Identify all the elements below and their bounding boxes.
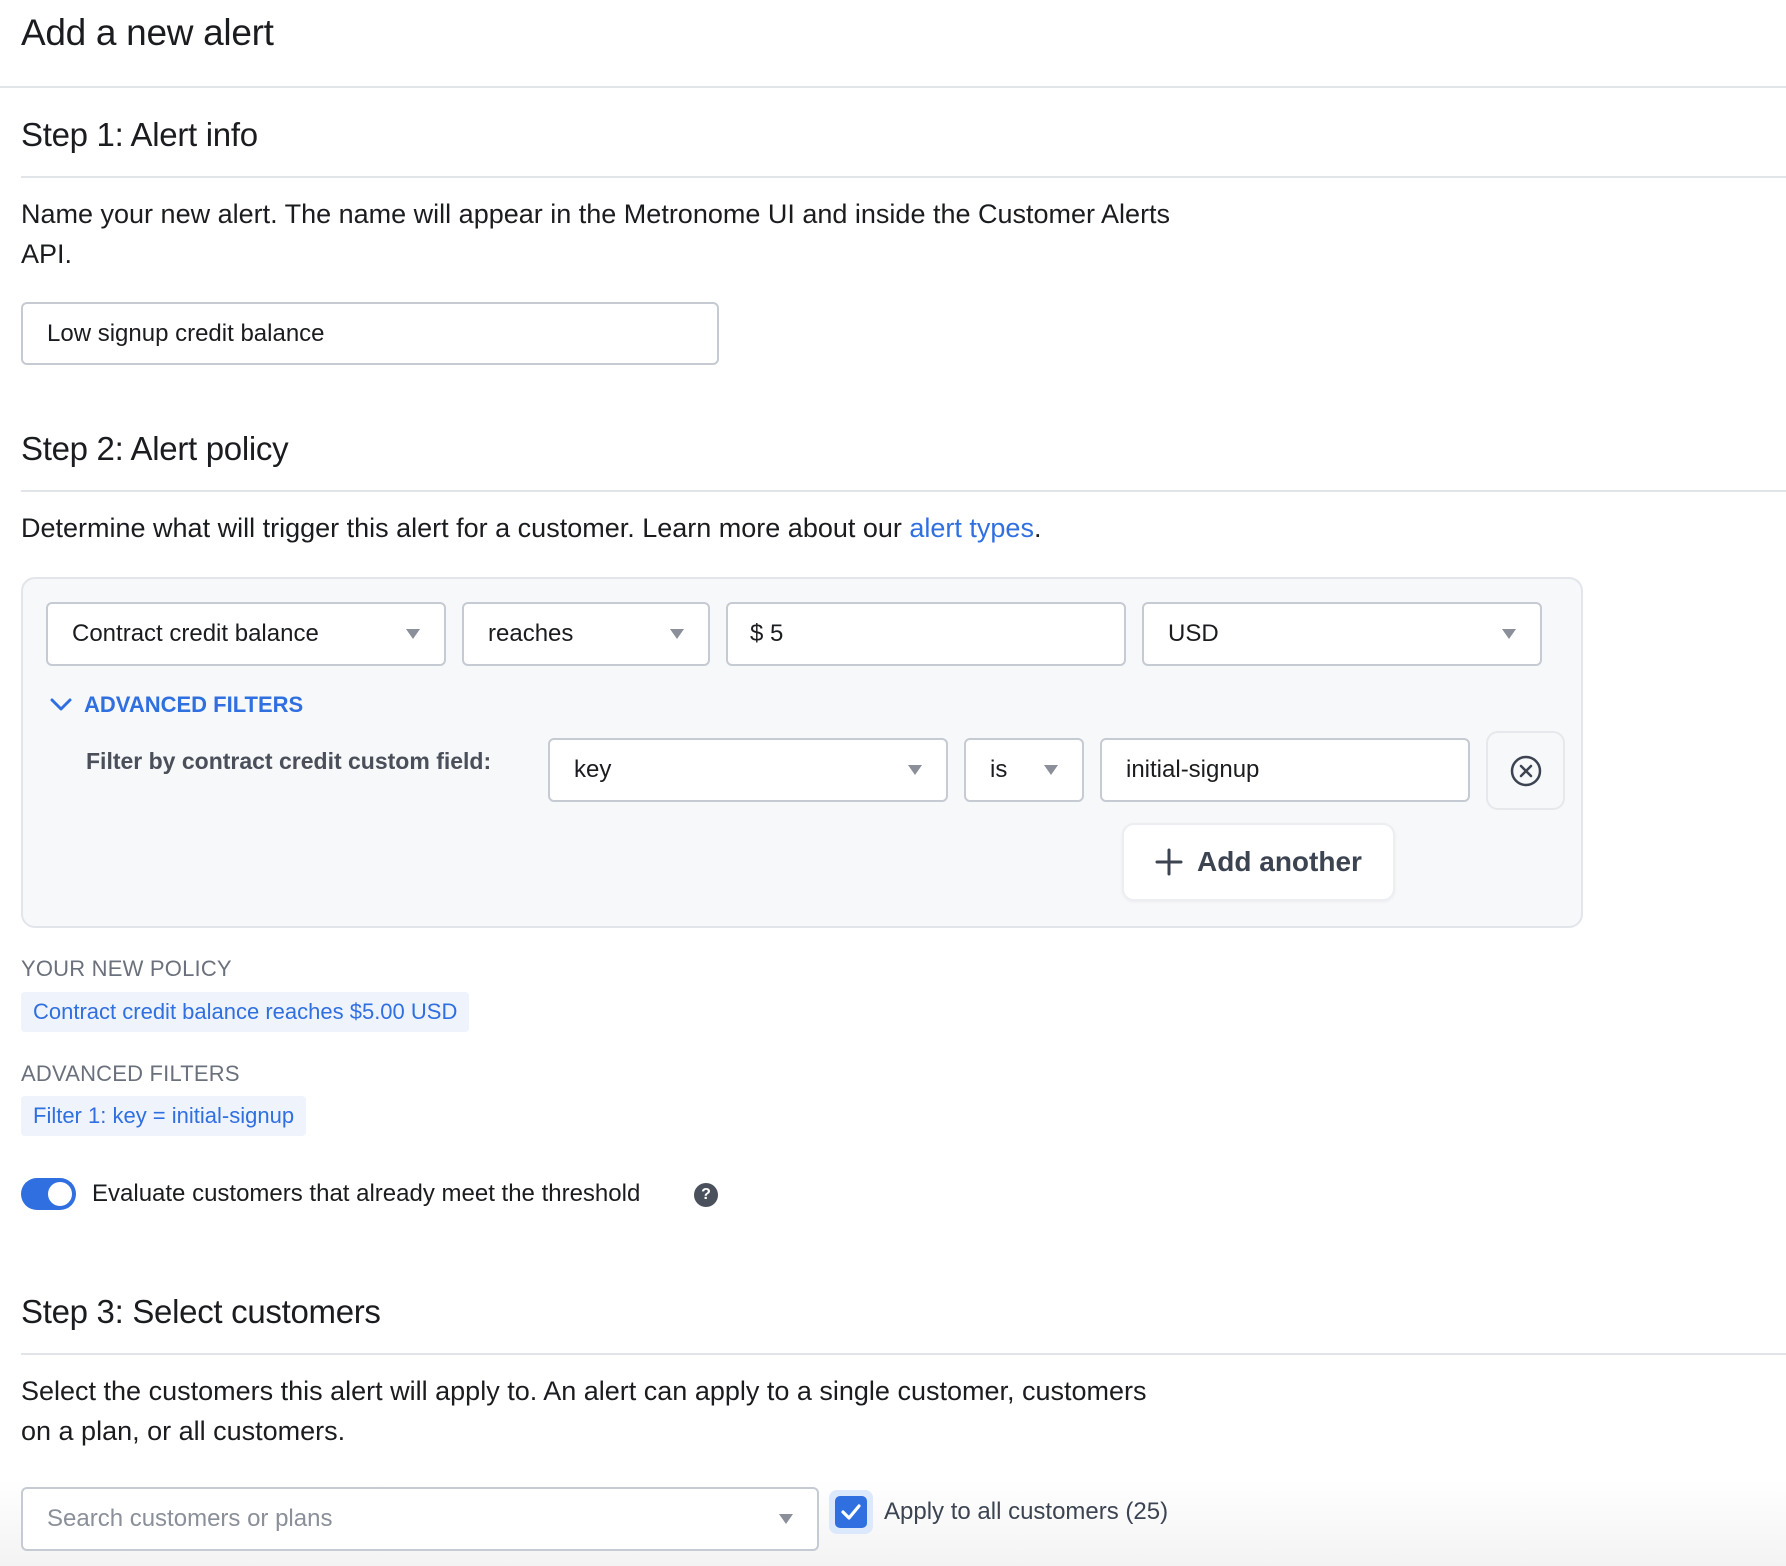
chevron-down-icon [1044, 765, 1058, 775]
chevron-down-icon [406, 629, 420, 639]
step1-divider [21, 176, 1786, 178]
filter-label: Filter by contract credit custom field: [86, 748, 492, 774]
step2-divider [21, 490, 1786, 492]
customer-search-select[interactable]: Search customers or plans [21, 1487, 819, 1551]
advanced-filters-label: ADVANCED FILTERS [84, 692, 304, 717]
chevron-down-icon [779, 1514, 793, 1524]
advanced-filters-toggle[interactable]: ADVANCED FILTERS [50, 692, 303, 718]
close-circle-icon [1510, 755, 1541, 786]
step2-description-suffix: . [1033, 513, 1042, 543]
filter-key-value: key [574, 756, 612, 783]
apply-all-label[interactable]: Apply to all customers (25) [884, 1498, 1168, 1526]
step3-description-line1: Select the customers this alert will app… [21, 1376, 1147, 1406]
chevron-down-icon [50, 698, 72, 711]
filter-value-input[interactable]: initial-signup [1100, 738, 1470, 802]
step1-description-line2: API. [21, 239, 73, 269]
chevron-down-icon [670, 629, 684, 639]
alert-name-value: Low signup credit balance [47, 319, 325, 347]
page-title: Add a new alert [21, 12, 274, 53]
header-divider [0, 86, 1786, 88]
threshold-value: $ 5 [750, 620, 784, 647]
alert-type-value: Contract credit balance [72, 620, 319, 647]
step3-description-line2: on a plan, or all customers. [21, 1416, 346, 1446]
step1-description-line1: Name your new alert. The name will appea… [21, 199, 1171, 229]
step3-description: Select the customers this alert will app… [21, 1371, 1147, 1451]
apply-all-checkbox[interactable] [829, 1490, 873, 1534]
evaluate-existing-label: Evaluate customers that already meet the… [92, 1180, 641, 1207]
filter-value: initial-signup [1126, 756, 1260, 783]
chevron-down-icon [908, 765, 922, 775]
alert-type-select[interactable]: Contract credit balance [46, 602, 446, 666]
threshold-input[interactable]: $ 5 [726, 602, 1126, 666]
operator-select[interactable]: reaches [462, 602, 710, 666]
add-another-label: Add another [1197, 846, 1362, 877]
policy-summary-chip: Contract credit balance reaches $5.00 US… [21, 992, 470, 1032]
add-another-filter-button[interactable]: Add another [1122, 823, 1395, 901]
step2-description-text: Determine what will trigger this alert f… [21, 513, 910, 543]
customer-search-placeholder: Search customers or plans [47, 1505, 333, 1532]
help-icon[interactable]: ? [694, 1183, 718, 1207]
plus-icon [1155, 848, 1183, 876]
your-new-policy-label: YOUR NEW POLICY [21, 956, 232, 981]
chevron-down-icon [1502, 629, 1516, 639]
filter-summary-chip: Filter 1: key = initial-signup [21, 1096, 307, 1136]
step2-title: Step 2: Alert policy [21, 430, 289, 467]
filter-key-select[interactable]: key [548, 738, 948, 802]
remove-filter-button[interactable] [1486, 731, 1565, 810]
step3-divider [21, 1353, 1786, 1355]
operator-value: reaches [488, 620, 574, 647]
step2-description: Determine what will trigger this alert f… [21, 508, 1041, 548]
evaluate-existing-toggle[interactable] [21, 1178, 76, 1210]
filter-operator-value: is [990, 756, 1008, 783]
step3-title: Step 3: Select customers [21, 1293, 381, 1330]
alert-name-input[interactable]: Low signup credit balance [21, 302, 719, 365]
advanced-filters-summary-label: ADVANCED FILTERS [21, 1061, 240, 1086]
alert-types-link[interactable]: alert types [909, 513, 1034, 543]
currency-select[interactable]: USD [1142, 602, 1542, 666]
checkbox-box [835, 1496, 867, 1528]
toggle-knob [48, 1182, 72, 1206]
currency-value: USD [1168, 620, 1219, 647]
filter-operator-select[interactable]: is [964, 738, 1084, 802]
checkmark-icon [841, 1504, 861, 1520]
step1-title: Step 1: Alert info [21, 116, 258, 153]
step1-description: Name your new alert. The name will appea… [21, 194, 1170, 274]
